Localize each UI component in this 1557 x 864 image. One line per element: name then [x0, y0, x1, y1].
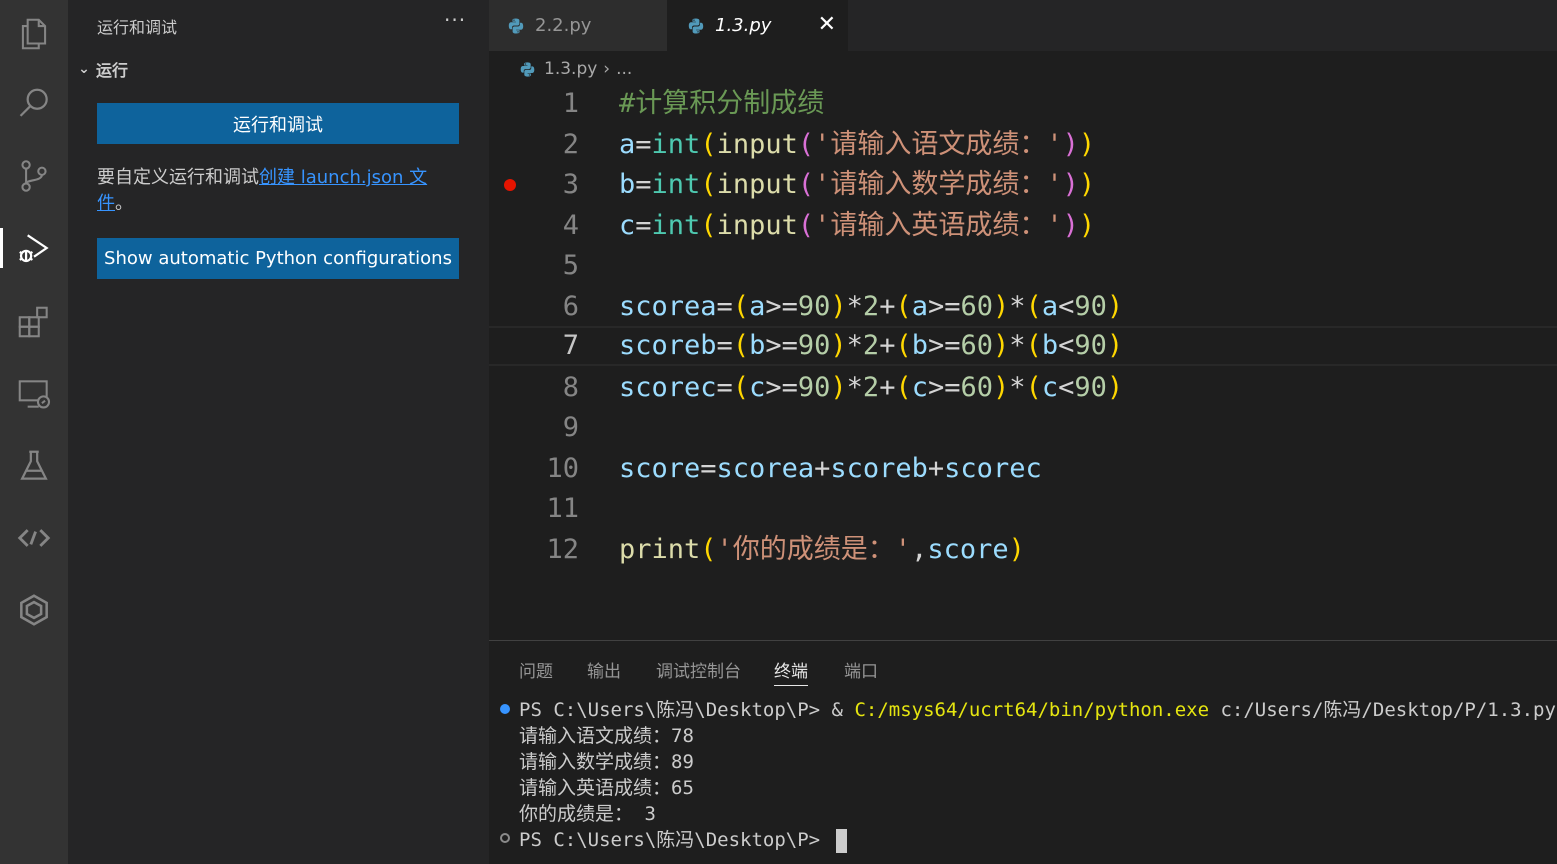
code-text: a=int(input('请输入语文成绩：'))	[619, 129, 1096, 160]
code-line[interactable]: 9	[489, 408, 1557, 448]
python-file-icon	[520, 61, 535, 77]
python-file-icon	[508, 18, 524, 33]
line-number: 6	[562, 291, 579, 322]
code-text: print('你的成绩是：',score)	[619, 534, 1025, 565]
code-line[interactable]: 8 scorec=(c>=90)*2+(c>=60)*(c<90)	[489, 368, 1557, 408]
code-text: scorea=(a>=90)*2+(a>=60)*(a<90)	[619, 291, 1124, 322]
code-line[interactable]: 1 #计算积分制成绩	[489, 84, 1557, 124]
tab-2-2-py[interactable]: 2.2.py	[489, 0, 667, 51]
source-control-icon[interactable]	[0, 148, 68, 204]
code-line[interactable]: 6 scorea=(a>=90)*2+(a>=60)*(a<90)	[489, 287, 1557, 327]
bottom-panel: 问题 输出 调试控制台 终端 端口 PS C:\Users\陈冯\Desktop…	[489, 640, 1557, 864]
remote-icon[interactable]	[0, 510, 68, 566]
code-line[interactable]: 5	[489, 246, 1557, 286]
python-file-icon	[688, 18, 704, 33]
code-text: scoreb=(b>=90)*2+(b>=60)*(b<90)	[619, 330, 1124, 361]
close-icon[interactable]: ✕	[818, 12, 836, 37]
breakpoint-icon[interactable]	[504, 179, 516, 191]
terminal-output: 你的成绩是： 3	[519, 803, 656, 825]
code-line[interactable]: 2 a=int(input('请输入语文成绩：'))	[489, 125, 1557, 165]
tab-debug-console[interactable]: 调试控制台	[656, 657, 741, 682]
chat-icon[interactable]	[0, 582, 68, 638]
code-text: c=int(input('请输入英语成绩：'))	[619, 210, 1096, 241]
code-line[interactable]: 3 b=int(input('请输入数学成绩：'))	[489, 165, 1557, 205]
code-line-current[interactable]: 7 scoreb=(b>=90)*2+(b>=60)*(b<90)	[489, 326, 1557, 366]
activity-bar	[0, 0, 68, 864]
remote-explorer-icon[interactable]	[0, 366, 68, 422]
line-number: 2	[562, 129, 579, 160]
section-header-run[interactable]: ⌄ 运行	[74, 57, 128, 81]
command-status-icon[interactable]	[500, 704, 510, 714]
terminal-prompt: PS C:\Users\陈冯\Desktop\P>	[519, 699, 832, 721]
terminal-arg: c:/Users/陈冯/Desktop/P/1.3.py	[1209, 699, 1556, 721]
terminal-amp: &	[831, 699, 855, 721]
code-line[interactable]: 10 score=scorea+scoreb+scorec	[489, 449, 1557, 489]
extensions-icon[interactable]	[0, 294, 68, 350]
tab-problems[interactable]: 问题	[519, 657, 553, 682]
code-text: b=int(input('请输入数学成绩：'))	[619, 169, 1096, 200]
hint-suffix: 。	[115, 193, 133, 214]
hint-text: 要自定义运行和调试	[97, 167, 259, 188]
tab-label: 1.3.py	[715, 15, 772, 36]
code-line[interactable]: 12 print('你的成绩是：',score)	[489, 530, 1557, 570]
launch-config-hint: 要自定义运行和调试创建 launch.json 文件。	[97, 165, 459, 217]
run-and-debug-button[interactable]: 运行和调试	[97, 103, 459, 144]
editor-tab-bar: 2.2.py 1.3.py ✕	[489, 0, 1557, 51]
sidebar-title: 运行和调试	[97, 18, 178, 37]
section-label: 运行	[96, 61, 129, 80]
line-number: 1	[562, 88, 579, 119]
line-number: 11	[546, 493, 579, 524]
tab-output[interactable]: 输出	[587, 657, 621, 682]
line-number: 7	[562, 330, 579, 361]
line-number: 10	[546, 453, 579, 484]
search-icon[interactable]	[0, 76, 68, 132]
terminal-cursor	[835, 828, 847, 853]
run-debug-sidebar: 运行和调试 ··· ⌄ 运行 运行和调试 要自定义运行和调试创建 launch.…	[68, 0, 489, 864]
breadcrumb-symbols[interactable]: ...	[616, 59, 632, 79]
run-debug-icon[interactable]	[0, 220, 68, 276]
terminal-prompt-line[interactable]: PS C:\Users\陈冯\Desktop\P>	[519, 827, 847, 853]
line-number: 5	[562, 250, 579, 281]
line-number: 12	[546, 534, 579, 565]
breadcrumb-file[interactable]: 1.3.py	[544, 59, 597, 79]
terminal-command-line[interactable]: PS C:\Users\陈冯\Desktop\P> & C:/msys64/uc…	[519, 697, 1556, 723]
breadcrumb-separator: ›	[603, 59, 611, 79]
explorer-icon[interactable]	[0, 6, 68, 62]
tab-1-3-py[interactable]: 1.3.py ✕	[667, 0, 848, 51]
tab-ports[interactable]: 端口	[844, 657, 878, 682]
line-number: 4	[562, 210, 579, 241]
breadcrumb: 1.3.py › ...	[519, 56, 632, 82]
code-text: score=scorea+scoreb+scorec	[619, 453, 1042, 484]
terminal-exe: C:/msys64/ucrt64/bin/python.exe	[854, 699, 1210, 721]
show-python-configurations-button[interactable]: Show automatic Python configurations	[97, 238, 459, 279]
code-text: scorec=(c>=90)*2+(c>=60)*(c<90)	[619, 372, 1124, 403]
terminal-prompt: PS C:\Users\陈冯\Desktop\P>	[519, 829, 832, 851]
line-number: 3	[562, 169, 579, 200]
tab-terminal[interactable]: 终端	[774, 657, 808, 686]
more-actions-icon[interactable]: ···	[444, 8, 466, 32]
command-status-icon[interactable]	[500, 833, 510, 843]
testing-icon[interactable]	[0, 438, 68, 494]
terminal-output: 请输入语文成绩：78	[519, 725, 694, 747]
terminal-output: 请输入数学成绩：89	[519, 751, 694, 773]
code-line[interactable]: 11	[489, 489, 1557, 529]
line-number: 9	[562, 412, 579, 443]
terminal-output: 请输入英语成绩：65	[519, 777, 694, 799]
code-line[interactable]: 4 c=int(input('请输入英语成绩：'))	[489, 206, 1557, 246]
line-number: 8	[562, 372, 579, 403]
chevron-down-icon: ⌄	[78, 61, 90, 77]
tab-label: 2.2.py	[535, 15, 592, 36]
code-text: #计算积分制成绩	[619, 88, 825, 119]
code-editor[interactable]: 1 #计算积分制成绩 2 a=int(input('请输入语文成绩：')) 3 …	[489, 84, 1557, 640]
